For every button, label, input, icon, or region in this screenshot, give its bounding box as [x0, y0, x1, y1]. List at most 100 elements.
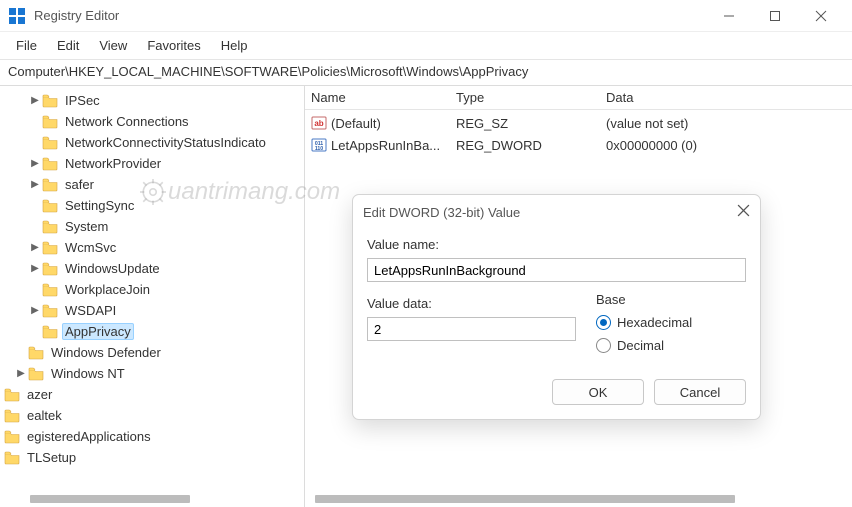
tree-node[interactable]: WorkplaceJoin	[6, 279, 304, 300]
svg-text:110: 110	[315, 146, 323, 152]
values-header: Name Type Data	[305, 86, 852, 110]
value-type: REG_DWORD	[456, 138, 606, 153]
column-name[interactable]: Name	[311, 90, 456, 105]
tree-node-label: NetworkConnectivityStatusIndicato	[62, 134, 269, 151]
tree-node-label: egisteredApplications	[24, 428, 154, 445]
base-label: Base	[596, 292, 746, 307]
maximize-button[interactable]	[752, 0, 798, 32]
tree-horizontal-scrollbar[interactable]	[10, 493, 290, 505]
close-button[interactable]	[798, 0, 844, 32]
ok-button[interactable]: OK	[552, 379, 644, 405]
value-data-label: Value data:	[367, 296, 576, 311]
tree-node-label: NetworkProvider	[62, 155, 164, 172]
dialog-title: Edit DWORD (32-bit) Value	[363, 205, 737, 220]
expand-caret-icon[interactable]: ▶	[28, 95, 42, 106]
dialog-close-button[interactable]	[737, 204, 750, 220]
folder-icon	[42, 304, 58, 318]
tree-node[interactable]: Windows Defender	[6, 342, 304, 363]
value-data: (value not set)	[606, 116, 852, 131]
menu-favorites[interactable]: Favorites	[137, 34, 210, 57]
menu-view[interactable]: View	[89, 34, 137, 57]
radio-decimal[interactable]: Decimal	[596, 338, 746, 353]
expand-caret-icon[interactable]: ▶	[28, 158, 42, 169]
tree-node[interactable]: egisteredApplications	[0, 426, 304, 447]
radio-dec-label: Decimal	[617, 338, 664, 353]
dword-value-icon: 011110	[311, 137, 327, 153]
tree-node-label: SettingSync	[62, 197, 137, 214]
titlebar: Registry Editor	[0, 0, 852, 32]
menu-file[interactable]: File	[6, 34, 47, 57]
folder-icon	[28, 346, 44, 360]
tree-node[interactable]: Network Connections	[6, 111, 304, 132]
folder-icon	[28, 367, 44, 381]
expand-caret-icon[interactable]: ▶	[28, 179, 42, 190]
tree-node[interactable]: ealtek	[0, 405, 304, 426]
expand-caret-icon[interactable]: ▶	[28, 263, 42, 274]
value-name-input[interactable]	[367, 258, 746, 282]
folder-icon	[42, 178, 58, 192]
folder-icon	[42, 220, 58, 234]
radio-hexadecimal[interactable]: Hexadecimal	[596, 315, 746, 330]
tree-node[interactable]: NetworkConnectivityStatusIndicato	[6, 132, 304, 153]
tree-panel: ▶IPSec Network Connections NetworkConnecti…	[0, 86, 305, 507]
tree-node[interactable]: ▶ NetworkProvider	[6, 153, 304, 174]
expand-caret-icon[interactable]: ▶	[28, 305, 42, 316]
tree-node-label: AppPrivacy	[62, 323, 134, 340]
tree-node[interactable]: ▶ WindowsUpdate	[6, 258, 304, 279]
tree-node-label: Network Connections	[62, 113, 192, 130]
menu-help[interactable]: Help	[211, 34, 258, 57]
base-fieldset: Base Hexadecimal Decimal	[596, 292, 746, 361]
folder-icon	[4, 388, 20, 402]
address-bar[interactable]: Computer\HKEY_LOCAL_MACHINE\SOFTWARE\Pol…	[0, 60, 852, 86]
window-controls	[706, 0, 844, 32]
expand-caret-icon[interactable]: ▶	[14, 368, 28, 379]
radio-icon	[596, 315, 611, 330]
folder-icon	[4, 451, 20, 465]
tree-node[interactable]: TLSetup	[0, 447, 304, 468]
dialog-body: Value name: Value data: Base Hexadecimal…	[353, 229, 760, 369]
folder-icon	[42, 157, 58, 171]
tree-node-label: safer	[62, 176, 97, 193]
value-name-label: Value name:	[367, 237, 746, 252]
expand-caret-icon[interactable]: ▶	[28, 242, 42, 253]
value-type: REG_SZ	[456, 116, 606, 131]
value-name: (Default)	[331, 116, 456, 131]
string-value-icon: ab	[311, 115, 327, 131]
radio-icon	[596, 338, 611, 353]
folder-icon	[42, 241, 58, 255]
tree-node[interactable]: ▶ Windows NT	[6, 363, 304, 384]
tree-node[interactable]: ▶ safer	[6, 174, 304, 195]
column-data[interactable]: Data	[606, 90, 852, 105]
tree-node-label: Windows NT	[48, 365, 128, 382]
value-data-input[interactable]	[367, 317, 576, 341]
tree-node[interactable]: AppPrivacy	[6, 321, 304, 342]
folder-icon	[4, 409, 20, 423]
folder-icon	[42, 283, 58, 297]
tree-node-label: System	[62, 218, 111, 235]
folder-icon	[42, 325, 58, 339]
tree-node[interactable]: ▶WSDAPI	[6, 300, 304, 321]
value-row[interactable]: 011110LetAppsRunInBa...REG_DWORD0x000000…	[305, 134, 852, 156]
column-type[interactable]: Type	[456, 90, 606, 105]
tree-node[interactable]: System	[6, 216, 304, 237]
values-list[interactable]: ab (Default)REG_SZ(value not set) 011110Le…	[305, 110, 852, 156]
tree-node-label: azer	[24, 386, 55, 403]
folder-icon	[4, 430, 20, 444]
svg-text:ab: ab	[314, 119, 323, 128]
tree-node[interactable]: ▶WcmSvc	[6, 237, 304, 258]
folder-icon	[42, 199, 58, 213]
list-horizontal-scrollbar[interactable]	[315, 493, 835, 505]
registry-tree[interactable]: ▶IPSec Network Connections NetworkConnecti…	[0, 90, 304, 468]
minimize-button[interactable]	[706, 0, 752, 32]
folder-icon	[42, 136, 58, 150]
tree-node[interactable]: SettingSync	[6, 195, 304, 216]
value-row[interactable]: ab (Default)REG_SZ(value not set)	[305, 112, 852, 134]
edit-dword-dialog: Edit DWORD (32-bit) Value Value name: Va…	[352, 194, 761, 420]
folder-icon	[42, 115, 58, 129]
cancel-button[interactable]: Cancel	[654, 379, 746, 405]
tree-node-label: WindowsUpdate	[62, 260, 163, 277]
dialog-titlebar: Edit DWORD (32-bit) Value	[353, 195, 760, 229]
tree-node[interactable]: azer	[0, 384, 304, 405]
tree-node[interactable]: ▶IPSec	[6, 90, 304, 111]
menu-edit[interactable]: Edit	[47, 34, 89, 57]
